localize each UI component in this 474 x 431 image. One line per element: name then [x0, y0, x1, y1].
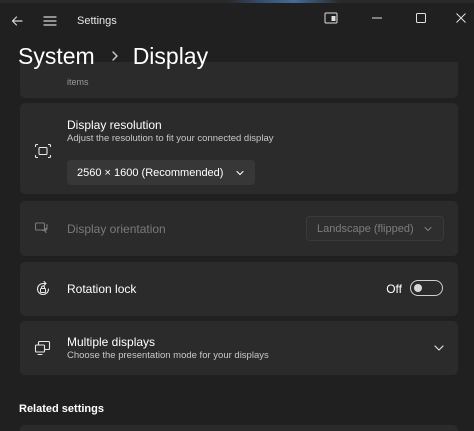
multiple-displays-title: Multiple displays: [67, 335, 156, 349]
title-bar: Settings: [0, 3, 474, 39]
settings-window: Settings items System Display Display re…: [0, 0, 474, 431]
resolution-dropdown[interactable]: 2560 × 1600 (Recommended): [67, 160, 255, 185]
rotation-lock-icon: [32, 278, 54, 300]
maximize-button[interactable]: [406, 6, 436, 30]
app-title: Settings: [77, 15, 117, 27]
display-resolution-title: Display resolution: [67, 118, 162, 132]
multiple-displays-subtitle: Choose the presentation mode for your di…: [67, 350, 269, 361]
multiple-displays-icon: [32, 337, 54, 359]
display-resolution-card: Display resolution Adjust the resolution…: [20, 103, 458, 194]
rotation-lock-state-label: Off: [386, 282, 402, 296]
related-setting-card[interactable]: [20, 425, 458, 431]
rotation-lock-title: Rotation lock: [67, 282, 137, 296]
close-button[interactable]: [446, 6, 474, 30]
orientation-dropdown[interactable]: Landscape (flipped): [306, 216, 444, 241]
close-icon: [456, 13, 466, 23]
breadcrumb: System Display: [18, 40, 208, 72]
rotation-lock-card: Rotation lock Off: [20, 262, 458, 316]
minimize-button[interactable]: [362, 6, 392, 30]
chevron-down-icon[interactable]: [432, 341, 446, 355]
display-resolution-subtitle: Adjust the resolution to fit your connec…: [67, 133, 274, 144]
chevron-down-icon: [423, 225, 433, 233]
orientation-dropdown-value: Landscape (flipped): [317, 222, 414, 235]
multiple-displays-card[interactable]: Multiple displays Choose the presentatio…: [20, 321, 458, 375]
rotation-lock-toggle[interactable]: [410, 280, 443, 296]
display-orientation-title: Display orientation: [67, 222, 166, 236]
related-settings-heading: Related settings: [19, 403, 104, 415]
display-orientation-card: Display orientation Landscape (flipped): [20, 201, 458, 256]
breadcrumb-parent[interactable]: System: [18, 43, 95, 70]
display-resolution-icon: [32, 140, 54, 162]
maximize-icon: [416, 13, 426, 23]
chevron-down-icon: [235, 169, 245, 177]
chevron-right-icon: [110, 50, 120, 62]
toggle-knob: [414, 284, 422, 292]
page-title: Display: [132, 42, 209, 69]
back-arrow-icon[interactable]: [5, 9, 29, 33]
minimize-icon: [372, 17, 382, 19]
clipped-description: items: [67, 77, 89, 87]
resolution-dropdown-value: 2560 × 1600 (Recommended): [77, 166, 224, 179]
hamburger-menu-icon[interactable]: [38, 9, 62, 33]
display-orientation-icon: [32, 217, 54, 239]
snap-layout-icon[interactable]: [316, 6, 346, 30]
